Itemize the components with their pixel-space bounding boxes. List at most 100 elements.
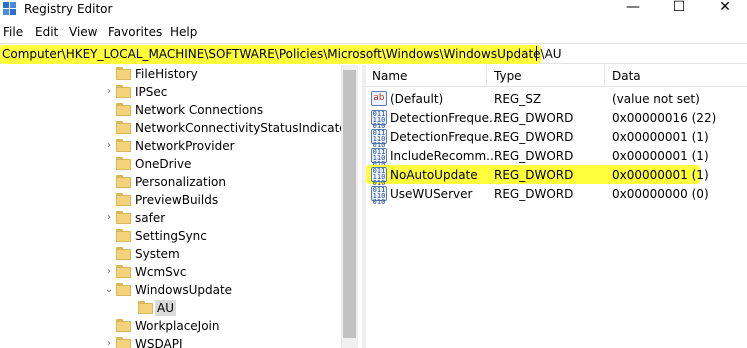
- folder-icon: [116, 157, 131, 170]
- folder-icon: [116, 85, 131, 98]
- value-row[interactable]: 011 110 010 DetectionFreque... REG_DWORD 0x00…: [366, 108, 747, 130]
- tree-item[interactable]: WorkplaceJoin: [0, 317, 340, 335]
- value-name: UseWUServer: [390, 187, 473, 201]
- value-name: DetectionFreque...: [390, 111, 501, 125]
- folder-icon: [116, 193, 131, 206]
- tree-item[interactable]: › WcmSvc: [0, 263, 340, 281]
- value-data: 0x00000016 (22): [612, 111, 717, 125]
- menu-favorites[interactable]: Favorites: [108, 25, 162, 39]
- value-row[interactable]: 011 110 010 IncludeRecomm... REG_DWORD 0x0000…: [366, 146, 747, 168]
- binary-value-icon: 011 110 010: [371, 186, 387, 206]
- folder-icon: [116, 121, 131, 134]
- tree-item-label: IPSec: [135, 85, 168, 99]
- menu-edit[interactable]: Edit: [35, 25, 58, 39]
- list-header: Name Type Data: [366, 65, 747, 87]
- maximize-button[interactable]: ☐: [656, 0, 702, 18]
- tree-item-label: WcmSvc: [135, 265, 187, 279]
- expand-chevron-icon[interactable]: ›: [104, 212, 114, 224]
- folder-icon: [116, 337, 131, 348]
- expanded-chevron-icon[interactable]: ⌄: [104, 284, 114, 296]
- tree-item[interactable]: Personalization: [0, 173, 340, 191]
- tree-item-label: OneDrive: [135, 157, 192, 171]
- binary-value-icon: 011 110 010: [371, 148, 387, 168]
- expand-chevron-icon: [104, 194, 114, 206]
- column-divider[interactable]: [604, 65, 605, 87]
- value-name: IncludeRecomm...: [390, 149, 498, 163]
- folder-icon: [116, 211, 131, 224]
- folder-icon: [116, 319, 131, 332]
- column-divider[interactable]: [486, 65, 487, 87]
- folder-icon: [116, 139, 131, 152]
- expand-chevron-icon[interactable]: ›: [104, 86, 114, 98]
- value-row[interactable]: 011 110 010 NoAutoUpdate REG_DWORD 0x00000001…: [366, 165, 747, 187]
- registry-editor-app-icon: [3, 2, 16, 15]
- key-tree: FileHistory › IPSec Network Connections Netw…: [0, 65, 360, 348]
- value-row[interactable]: 011 110 010 DetectionFreque... REG_DWORD 0x00…: [366, 127, 747, 149]
- window-title: Registry Editor: [24, 2, 113, 16]
- expand-chevron-icon: [126, 302, 136, 314]
- tree-item[interactable]: NetworkConnectivityStatusIndicator: [0, 119, 352, 137]
- column-name-header[interactable]: Name: [372, 69, 407, 83]
- tree-item-label: PreviewBuilds: [135, 193, 219, 207]
- value-name: NoAutoUpdate: [390, 168, 478, 182]
- value-row[interactable]: 011 110 010 UseWUServer REG_DWORD 0x00000000 …: [366, 184, 747, 206]
- tree-item-label: FileHistory: [135, 67, 198, 81]
- tree-item[interactable]: PreviewBuilds: [0, 191, 340, 209]
- expand-chevron-icon: [104, 320, 114, 332]
- value-type: REG_DWORD: [494, 111, 574, 125]
- address-path[interactable]: Computer\HKEY_LOCAL_MACHINE\SOFTWARE\Pol…: [2, 47, 562, 61]
- menu-help[interactable]: Help: [170, 25, 197, 39]
- tree-item[interactable]: Network Connections: [0, 101, 340, 119]
- expand-chevron-icon: [104, 158, 114, 170]
- text-caret: [536, 46, 537, 61]
- binary-value-icon: 011 110 010: [371, 167, 387, 187]
- tree-item[interactable]: FileHistory: [0, 65, 340, 83]
- menu-view[interactable]: View: [69, 25, 97, 39]
- close-button[interactable]: ✕: [702, 0, 747, 18]
- tree-item-label: System: [135, 247, 180, 261]
- value-type: REG_DWORD: [494, 187, 574, 201]
- value-data: 0x00000001 (1): [612, 130, 709, 144]
- tree-item[interactable]: › NetworkProvider: [0, 137, 340, 155]
- tree-scroll-thumb[interactable]: [343, 70, 356, 338]
- value-data: 0x00000001 (1): [612, 168, 709, 182]
- expand-chevron-icon[interactable]: ›: [104, 338, 114, 348]
- folder-icon: [138, 301, 153, 314]
- tree-item[interactable]: › IPSec: [0, 83, 340, 101]
- value-data: 0x00000001 (1): [612, 149, 709, 163]
- tree-item-label: WorkplaceJoin: [135, 319, 220, 333]
- tree-item[interactable]: › WSDAPI: [0, 335, 340, 348]
- tree-item[interactable]: AU: [0, 299, 340, 317]
- minimize-button[interactable]: —: [610, 0, 656, 18]
- menu-bar: File Edit View Favorites Help: [0, 22, 747, 42]
- column-data-header[interactable]: Data: [612, 69, 641, 83]
- tree-item-label: WSDAPI: [135, 337, 183, 348]
- tree-item-label: SettingSync: [135, 229, 207, 243]
- tree-item[interactable]: › safer: [0, 209, 340, 227]
- expand-chevron-icon: [104, 248, 114, 260]
- value-type: REG_SZ: [494, 92, 542, 106]
- expand-chevron-icon[interactable]: ›: [104, 266, 114, 278]
- tree-item-label: AU: [155, 300, 176, 316]
- string-value-icon: ab: [371, 91, 387, 106]
- expand-chevron-icon[interactable]: ›: [104, 140, 114, 152]
- tree-item-label: NetworkProvider: [135, 139, 235, 153]
- binary-value-icon: 011 110 010: [371, 129, 387, 149]
- value-row[interactable]: ab (Default) REG_SZ (value not set): [366, 89, 747, 108]
- folder-icon: [116, 283, 131, 296]
- address-bar[interactable]: Computer\HKEY_LOCAL_MACHINE\SOFTWARE\Pol…: [0, 43, 747, 64]
- values-list: Name Type Data ab (Default) REG_SZ (value n…: [366, 65, 747, 348]
- column-type-header[interactable]: Type: [494, 69, 522, 83]
- expand-chevron-icon: [104, 104, 114, 116]
- menu-file[interactable]: File: [3, 25, 23, 39]
- folder-icon: [116, 67, 131, 80]
- tree-item-label: WindowsUpdate: [135, 283, 233, 297]
- tree-item[interactable]: OneDrive: [0, 155, 340, 173]
- tree-item[interactable]: ⌄ WindowsUpdate: [0, 281, 340, 299]
- expand-chevron-icon: [104, 230, 114, 242]
- tree-item[interactable]: System: [0, 245, 340, 263]
- tree-item[interactable]: SettingSync: [0, 227, 340, 245]
- folder-icon: [116, 229, 131, 242]
- expand-chevron-icon: [104, 176, 114, 188]
- tree-item-label: NetworkConnectivityStatusIndicator: [135, 121, 352, 135]
